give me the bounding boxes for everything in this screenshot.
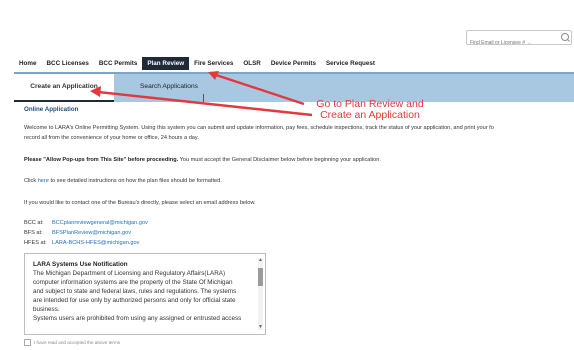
- agree-checkbox[interactable]: [24, 339, 31, 346]
- agree-row: I have read and accepted the above terms: [24, 339, 120, 346]
- click-post: to see detailed instructions on how the …: [48, 178, 222, 184]
- nav-item-bcc-licenses[interactable]: BCC Licenses: [42, 57, 94, 70]
- scroll-up-icon[interactable]: ▲: [258, 258, 263, 263]
- annotation-line-2: Create an Application: [320, 109, 420, 121]
- instructions-link[interactable]: here: [38, 178, 49, 184]
- text-cursor-icon: [203, 94, 204, 102]
- nav-item-plan-review[interactable]: Plan Review: [142, 57, 190, 70]
- systems-use-notice[interactable]: LARA Systems Use Notification The Michig…: [24, 253, 266, 335]
- email-label: BCC at:: [24, 220, 44, 226]
- email-row-hfes: HFES at: LARA-BCHS-HFES@michigan.gov: [24, 239, 139, 247]
- email-row-bfs: BFS at: BFSPlanReview@michigan.gov: [24, 229, 131, 237]
- email-label: HFES at:: [24, 240, 47, 246]
- nav-item-home[interactable]: Home: [14, 57, 42, 70]
- email-link-hfes[interactable]: LARA-BCHS-HFES@michigan.gov: [52, 240, 139, 246]
- notice-line: business.: [33, 306, 60, 313]
- tab-search-applications[interactable]: Search Applications: [140, 74, 198, 100]
- notice-line: and subject to state and federal laws, r…: [33, 288, 237, 295]
- email-link-bcc[interactable]: BCCplanreviewgeneral@michigan.gov: [52, 220, 148, 226]
- popups-bold: Please "Allow Pop-ups from This Site" be…: [24, 157, 179, 163]
- nav-item-olsr[interactable]: OLSR: [238, 57, 266, 70]
- email-link-bfs[interactable]: BFSPlanReview@michigan.gov: [52, 230, 131, 236]
- email-row-bcc: BCC at: BCCplanreviewgeneral@michigan.gov: [24, 219, 148, 227]
- welcome-text-cont: record all from the convenience of your …: [24, 135, 199, 141]
- nav-item-service-request[interactable]: Service Request: [321, 57, 380, 70]
- main-nav: Home BCC Licenses BCC Permits Plan Revie…: [14, 56, 574, 71]
- click-pre: Click: [24, 178, 38, 184]
- nav-item-fire-services[interactable]: Fire Services: [189, 57, 238, 70]
- notice-line: The Michigan Department of Licensing and…: [33, 270, 226, 277]
- notice-title: LARA Systems Use Notification: [33, 261, 128, 268]
- agree-label: I have read and accepted the above terms: [34, 340, 121, 345]
- notice-scrollbar[interactable]: ▲ ▼: [258, 258, 263, 330]
- contact-text: If you would like to contact one of the …: [24, 200, 256, 206]
- instructions-text: Click here to see detailed instructions …: [24, 177, 222, 185]
- nav-item-device-permits[interactable]: Device Permits: [266, 57, 321, 70]
- nav-item-bcc-permits[interactable]: BCC Permits: [94, 57, 143, 70]
- notice-line: Systems users are prohibited from using …: [33, 315, 242, 322]
- notice-line: are intended for use only by authorized …: [33, 297, 236, 304]
- search-icon[interactable]: [561, 33, 569, 41]
- search-input[interactable]: [467, 36, 560, 50]
- page-title: Online Application: [24, 106, 79, 113]
- welcome-text: Welcome to LARA's Online Permitting Syst…: [24, 125, 494, 131]
- header-bar: [0, 0, 574, 56]
- popups-rest: You must accept the General Disclaimer b…: [178, 157, 381, 163]
- search-box[interactable]: [466, 30, 572, 50]
- annotation-callout: Go to Plan Review and Create an Applicat…: [300, 99, 440, 121]
- email-label: BFS at:: [24, 230, 43, 236]
- popups-notice: Please "Allow Pop-ups from This Site" be…: [24, 156, 381, 164]
- scroll-down-icon[interactable]: ▼: [258, 325, 263, 330]
- notice-line: computer information systems are the pro…: [33, 279, 233, 286]
- tab-create-application[interactable]: Create an Application: [14, 74, 114, 102]
- sub-nav: Create an Application Search Application…: [14, 72, 574, 102]
- scroll-thumb[interactable]: [258, 268, 263, 286]
